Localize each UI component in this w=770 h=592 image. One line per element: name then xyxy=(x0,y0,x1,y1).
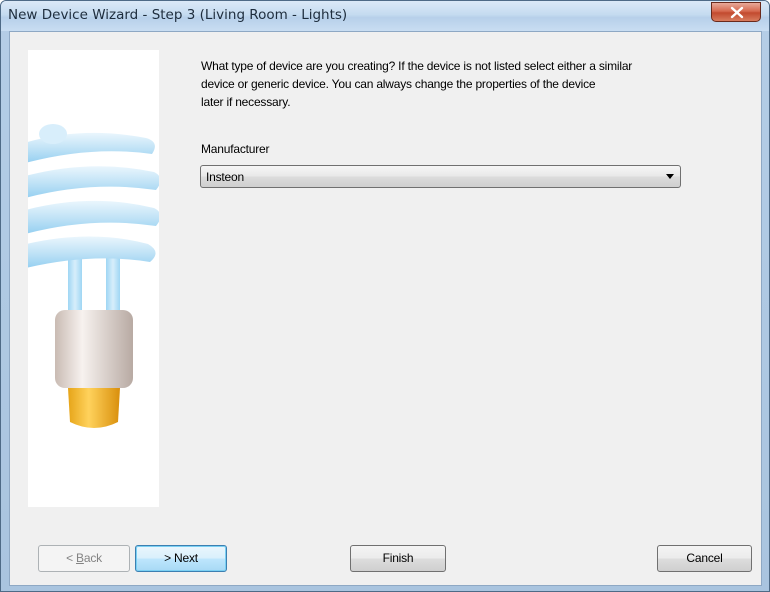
light-bulb-illustration xyxy=(28,124,159,428)
manufacturer-selected-value: Insteon xyxy=(206,170,244,184)
back-button-prefix: < xyxy=(66,551,77,565)
title-bar[interactable]: New Device Wizard - Step 3 (Living Room … xyxy=(1,1,769,31)
back-button-mnemonic: B xyxy=(76,551,84,565)
close-icon xyxy=(730,6,744,19)
back-button[interactable]: < Back xyxy=(38,545,130,572)
cancel-button[interactable]: Cancel xyxy=(657,545,752,572)
next-button[interactable]: > Next xyxy=(135,545,227,572)
manufacturer-label: Manufacturer xyxy=(201,142,270,156)
finish-button[interactable]: Finish xyxy=(350,545,446,572)
dropdown-arrow-icon[interactable] xyxy=(666,174,674,179)
wizard-window: New Device Wizard - Step 3 (Living Room … xyxy=(0,0,770,592)
side-image-panel xyxy=(28,50,159,507)
back-button-rest: ack xyxy=(83,551,102,565)
window-title: New Device Wizard - Step 3 (Living Room … xyxy=(8,7,348,23)
close-button[interactable] xyxy=(711,2,761,22)
instructions-line: What type of device are you creating? If… xyxy=(201,59,633,73)
instructions-text: What type of device are you creating? If… xyxy=(201,57,736,111)
wizard-client-area: What type of device are you creating? If… xyxy=(9,31,762,586)
instructions-line: device or generic device. You can always… xyxy=(201,77,596,91)
manufacturer-dropdown[interactable]: Insteon xyxy=(200,165,681,188)
instructions-line: later if necessary. xyxy=(201,95,291,109)
